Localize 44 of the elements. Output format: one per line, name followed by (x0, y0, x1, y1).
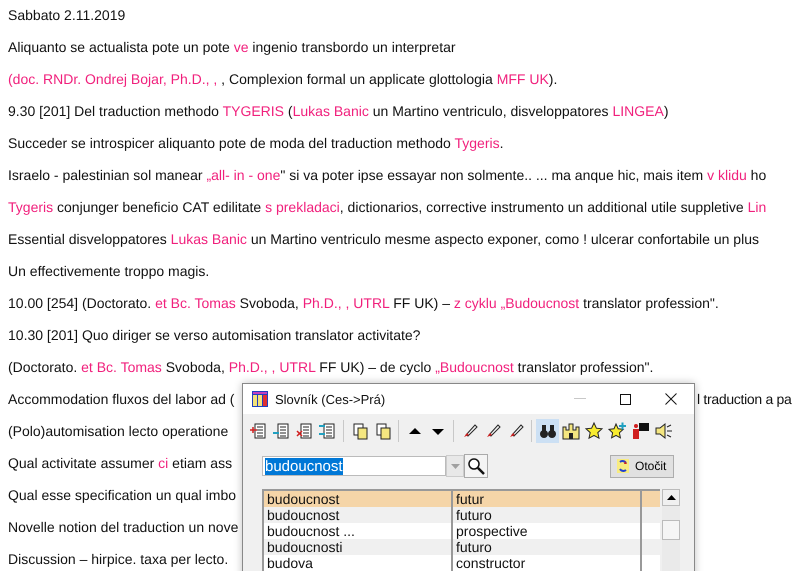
search-button[interactable] (464, 454, 488, 478)
word-cell[interactable]: budova (264, 555, 453, 571)
text-line: Qual esse specification un qual imbo (8, 486, 236, 505)
text-line: (Doctorato. et Bc. Tomas Svoboda, Ph.D., , UTRL FF UK) – de cyclo „Budoucnost translator profession". (8, 358, 654, 377)
text-line: Novelle notion del traduction un nove (8, 518, 238, 537)
text-line: Sabbato 2.11.2019 (8, 6, 126, 25)
up-triangle-icon (666, 495, 676, 500)
search-field[interactable]: budoucnost (262, 456, 446, 476)
search-icon (467, 457, 485, 475)
document-lines-icon (318, 421, 338, 441)
up-triangle-icon (408, 428, 420, 434)
scrollbar[interactable] (662, 489, 680, 571)
text-line: Un effectivemente troppo magis. (8, 262, 210, 281)
app-icon (251, 390, 269, 408)
text-line: Accommodation fluxos del labor ad ( (8, 390, 234, 409)
text-line: Discussion – hirpice. taxa per lecto. (8, 550, 228, 569)
document-plus-icon (248, 421, 268, 441)
text-line: Israelo - palestinian sol manear „all- in - one" si va poter ipse essayar non solmente.. ... ma anque hic, mais item v klidu ho (8, 166, 766, 185)
maximize-icon[interactable] (620, 394, 631, 404)
text-line: Tygeris conjunger beneficio CAT edilitate s prekladaci, dictionarios, corrective instrumento un additional utile suppletive Lin (8, 198, 766, 217)
flip-button[interactable]: Otočit (610, 454, 674, 478)
window-title: Slovník (Ces->Prá) (275, 392, 386, 406)
star-plus-icon (606, 421, 626, 441)
caret-icon (450, 464, 460, 468)
close-icon[interactable] (665, 393, 677, 405)
text-line: 9.30 [201] Del traduction methodo TYGERIS (Lukas Banic un Martino ventriculo, disveloppatores LINGEA) (8, 102, 668, 121)
document-arrow-icon (272, 421, 292, 441)
text-line: Aliquanto se actualista pote un pote ve ingenio transbordo un interpretar (8, 38, 456, 57)
swap-icon (617, 459, 629, 473)
text-line: (doc. RNDr. Ondrej Bojar, Ph.D., , , Complexion formal un applicate glottologia MFF UK). (8, 70, 558, 89)
text-line: (Polo)automisation lecto operatione (8, 422, 228, 441)
text-line: Qual activitate assumer ci etiam ass (8, 454, 232, 473)
text-line: 10.30 [201] Quo diriger se verso automisation translator activitate? (8, 326, 420, 345)
binoculars-tool[interactable] (536, 419, 559, 443)
text-line: Succeder se introspicer aliquanto pote de moda del traduction methodo Tygeris. (8, 134, 504, 153)
speaker-icon (652, 421, 672, 441)
castle-icon (560, 421, 580, 441)
text-line: l traduction a pa (697, 390, 792, 409)
text-line: Essential disveloppatores Lukas Banic un Martino ventriculo mesme aspecto exponer, como ! ulcerar confortabile un plus (8, 230, 759, 249)
translation-cell[interactable]: constructor (453, 555, 642, 571)
document-delete-icon (294, 421, 314, 441)
down-triangle-icon (432, 428, 444, 434)
star-icon (584, 421, 604, 441)
text-line: 10.00 [254] (Doctorato. et Bc. Tomas Svoboda, Ph.D., , UTRL FF UK) – z cyklu „Budoucnost translator profession". (8, 294, 719, 313)
